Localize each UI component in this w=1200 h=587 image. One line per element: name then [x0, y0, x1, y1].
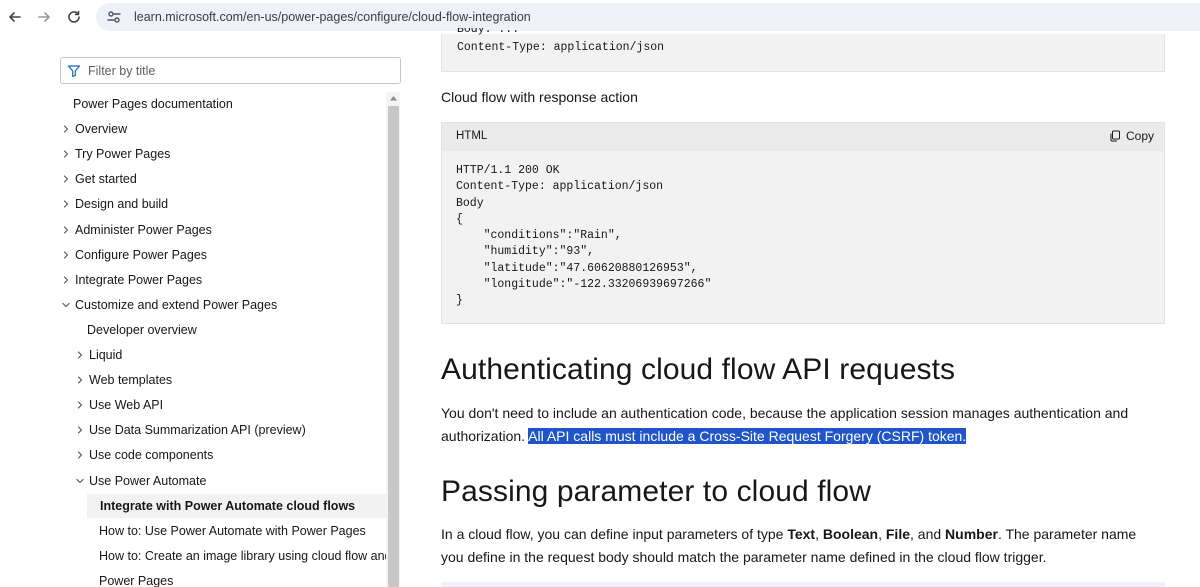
- code-block-request: Body: ... Content-Type: application/json: [441, 28, 1165, 72]
- sidebar-item-label: Get started: [75, 172, 137, 187]
- sidebar-item-label: Integrate with Power Automate cloud flow…: [100, 498, 356, 513]
- sidebar-item[interactable]: Liquid: [75, 343, 122, 367]
- params-text: In a cloud flow, you can define input pa…: [441, 526, 788, 542]
- sidebar-item-label: Integrate Power Pages: [75, 272, 203, 287]
- params-sep: ,: [878, 526, 886, 542]
- sidebar-item-label: Overview: [75, 122, 128, 137]
- sidebar-item-label: Use Data Summarization API (preview): [89, 423, 306, 438]
- arrow-right-icon: [36, 9, 52, 25]
- chevron-right-icon[interactable]: [75, 425, 85, 435]
- copy-label: Copy: [1125, 129, 1154, 143]
- sidebar-item[interactable]: Use Data Summarization API (preview): [75, 418, 306, 442]
- chevron-right-icon[interactable]: [61, 174, 71, 184]
- sidebar-item[interactable]: Power Pages: [87, 569, 173, 587]
- param-type-file: File: [885, 526, 910, 542]
- sidebar-item-label: Use Web API: [89, 398, 164, 413]
- sidebar-item[interactable]: Configure Power Pages: [61, 243, 207, 267]
- chevron-right-icon[interactable]: [61, 149, 71, 159]
- params-sep: , and: [910, 526, 946, 542]
- sidebar-item-label: Try Power Pages: [75, 147, 171, 162]
- chevron-right-icon[interactable]: [61, 124, 71, 134]
- sidebar-item[interactable]: Use code components: [75, 443, 213, 467]
- scroll-up-arrow-icon[interactable]: [389, 94, 398, 102]
- param-type-boolean: Boolean: [822, 526, 879, 542]
- code-line: Content-Type: application/json: [457, 41, 665, 54]
- sidebar-item-label: Web templates: [89, 373, 173, 388]
- sidebar-item-label: Configure Power Pages: [75, 247, 208, 262]
- chevron-down-icon[interactable]: [75, 476, 85, 486]
- sidebar-item[interactable]: Integrate Power Pages: [61, 268, 202, 292]
- sidebar-item[interactable]: Web templates: [75, 368, 172, 392]
- url-text[interactable]: learn.microsoft.com/en-us/power-pages/co…: [134, 10, 531, 24]
- chevron-right-icon[interactable]: [75, 450, 85, 460]
- auth-highlighted-text: All API calls must include a Cross-Site …: [528, 427, 967, 444]
- sidebar-item-label: Design and build: [75, 197, 169, 212]
- params-paragraph: In a cloud flow, you can define input pa…: [441, 523, 1141, 568]
- auth-paragraph: You don't need to include an authenticat…: [441, 402, 1141, 447]
- sidebar-item-label: How to: Create an image library using cl…: [99, 548, 386, 563]
- chevron-right-icon[interactable]: [75, 375, 85, 385]
- copy-icon: [1109, 130, 1121, 142]
- table-of-contents: Power Pages documentation Overview Try Pow…: [56, 92, 386, 587]
- chevron-right-icon[interactable]: [75, 350, 85, 360]
- sidebar-item-label: Power Pages: [99, 573, 174, 587]
- sidebar-item[interactable]: Try Power Pages: [61, 142, 170, 166]
- sidebar-item[interactable]: Overview: [61, 117, 127, 141]
- reload-icon: [66, 9, 82, 25]
- code-block-response: HTML Copy HTTP/1.1 200 OK Content-Type: …: [441, 122, 1165, 324]
- chevron-down-icon[interactable]: [61, 300, 71, 310]
- sidebar-item-label: Use Power Automate: [89, 473, 207, 488]
- heading-authenticating: Authenticating cloud flow API requests: [441, 353, 956, 386]
- chevron-right-icon[interactable]: [61, 225, 71, 235]
- arrow-left-icon: [7, 9, 23, 25]
- sidebar-item-label: Administer Power Pages: [75, 222, 212, 237]
- reload-button[interactable]: [63, 6, 85, 28]
- code-content: HTTP/1.1 200 OK Content-Type: applicatio…: [456, 164, 712, 308]
- browser-toolbar: learn.microsoft.com/en-us/power-pages/co…: [0, 0, 1200, 34]
- sidebar-item[interactable]: Integrate with Power Automate cloud flow…: [87, 493, 386, 518]
- sidebar-item-label: Developer overview: [87, 322, 197, 337]
- sidebar-item[interactable]: How to: Use Power Automate with Power Pa…: [87, 519, 366, 543]
- sidebar-item-label: Use code components: [89, 448, 214, 463]
- chevron-right-icon[interactable]: [75, 400, 85, 410]
- next-block-edge: [441, 582, 1165, 587]
- heading-passing-parameter: Passing parameter to cloud flow: [441, 475, 871, 508]
- sidebar-item[interactable]: Use Web API: [75, 393, 163, 417]
- sidebar-item-label: How to: Use Power Automate with Power Pa…: [99, 523, 366, 538]
- param-type-number: Number: [945, 526, 998, 542]
- sidebar-item-label: Power Pages documentation: [73, 97, 233, 111]
- sidebar-item[interactable]: Power Pages documentation: [61, 92, 233, 116]
- toc-scrollbar-thumb[interactable]: [388, 106, 399, 587]
- site-settings-icon[interactable]: [106, 9, 122, 25]
- param-type-text: Text: [787, 526, 816, 542]
- filter-placeholder: Filter by title: [88, 63, 156, 78]
- sidebar-item[interactable]: Design and build: [61, 192, 168, 216]
- copy-button[interactable]: Copy: [1109, 129, 1154, 143]
- sidebar-item[interactable]: Administer Power Pages: [61, 218, 212, 242]
- code-block-header: HTML Copy: [442, 123, 1164, 151]
- chevron-right-icon[interactable]: [61, 199, 71, 209]
- response-label: Cloud flow with response action: [441, 89, 638, 105]
- forward-button[interactable]: [33, 6, 55, 28]
- address-bar[interactable]: learn.microsoft.com/en-us/power-pages/co…: [96, 3, 1200, 31]
- code-language: HTML: [456, 130, 488, 142]
- chevron-right-icon[interactable]: [61, 250, 71, 260]
- chevron-right-icon[interactable]: [61, 275, 71, 285]
- code-line-cut: Body: ...: [457, 28, 520, 36]
- sidebar-item-label: Customize and extend Power Pages: [75, 297, 278, 312]
- sidebar-item[interactable]: Get started: [61, 167, 137, 191]
- back-button[interactable]: [4, 6, 26, 28]
- params-sep: ,: [815, 526, 823, 542]
- filter-input[interactable]: Filter by title: [60, 57, 401, 84]
- sidebar-item[interactable]: Developer overview: [75, 318, 197, 342]
- sidebar-item[interactable]: Use Power Automate: [75, 469, 206, 493]
- sidebar-item[interactable]: How to: Create an image library using cl…: [87, 544, 386, 568]
- filter-icon: [67, 64, 81, 78]
- sidebar-item[interactable]: Customize and extend Power Pages: [61, 293, 277, 317]
- sidebar-item-label: Liquid: [89, 348, 123, 362]
